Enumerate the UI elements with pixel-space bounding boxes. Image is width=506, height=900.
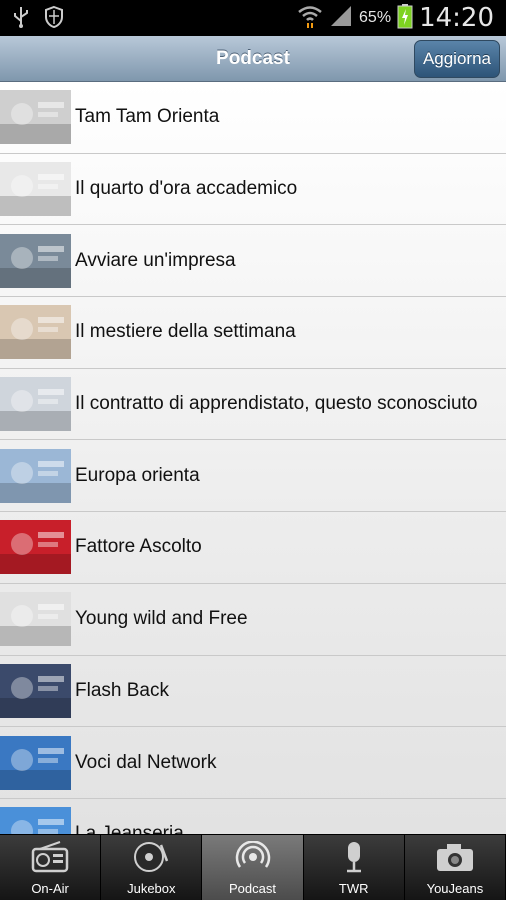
clock: 14:20 xyxy=(419,3,494,33)
tab-label: TWR xyxy=(338,881,369,896)
tab-twr[interactable]: TWR xyxy=(303,835,405,900)
status-bar: 65% 14:20 xyxy=(0,0,506,36)
podcast-thumbnail xyxy=(0,377,71,432)
list-item-title: Il contratto di apprendistato, questo sc… xyxy=(75,393,478,415)
list-item-title: Young wild and Free xyxy=(75,608,248,630)
shield-icon xyxy=(44,5,64,34)
tab-label: YouJeans xyxy=(426,881,484,896)
podcast-list: Tam Tam Orienta Il quarto d'ora accademic… xyxy=(0,82,506,834)
list-item[interactable]: Fattore Ascolto xyxy=(0,512,506,584)
podcast-thumbnail xyxy=(0,520,71,575)
tab-label: On-Air xyxy=(31,881,69,896)
podcast-thumbnail xyxy=(0,233,71,288)
list-item[interactable]: Tam Tam Orienta xyxy=(0,82,506,154)
radio-icon xyxy=(30,841,70,878)
podcast-thumbnail xyxy=(0,663,71,718)
list-item-title: Voci dal Network xyxy=(75,751,217,773)
microphone-icon xyxy=(334,841,374,878)
bottom-tab-bar: On-Air Jukebox Podcast TWR YouJeans xyxy=(0,834,506,900)
list-item[interactable]: Il mestiere della settimana xyxy=(0,297,506,369)
list-item[interactable]: La Jeanseria xyxy=(0,799,506,834)
list-item-title: Fattore Ascolto xyxy=(75,536,202,558)
podcast-icon xyxy=(233,840,273,878)
podcast-thumbnail xyxy=(0,90,71,145)
podcast-thumbnail xyxy=(0,448,71,503)
tab-youjeans[interactable]: YouJeans xyxy=(404,835,506,900)
list-item-title: Il quarto d'ora accademico xyxy=(75,178,298,200)
podcast-thumbnail xyxy=(0,592,71,647)
list-item[interactable]: Flash Back xyxy=(0,656,506,728)
camera-icon xyxy=(435,841,475,878)
refresh-button[interactable]: Aggiorna xyxy=(413,40,500,78)
podcast-thumbnail xyxy=(0,162,71,217)
podcast-thumbnail xyxy=(0,735,71,790)
list-item-title: Il mestiere della settimana xyxy=(75,321,296,343)
battery-icon xyxy=(397,3,413,34)
title-bar: Podcast Aggiorna xyxy=(0,36,506,82)
podcast-thumbnail xyxy=(0,305,71,360)
list-item[interactable]: Europa orienta xyxy=(0,440,506,513)
usb-icon xyxy=(12,5,30,34)
battery-percent: 65% xyxy=(359,9,392,26)
vinyl-icon xyxy=(131,841,171,878)
tab-on-air[interactable]: On-Air xyxy=(0,835,102,900)
list-item-title: Europa orienta xyxy=(75,464,200,486)
list-item-title: Tam Tam Orienta xyxy=(75,106,220,128)
tab-jukebox[interactable]: Jukebox xyxy=(101,835,203,900)
signal-icon xyxy=(329,4,353,33)
list-item-title: Flash Back xyxy=(75,679,169,701)
list-item[interactable]: Il quarto d'ora accademico xyxy=(0,154,506,226)
wifi-icon xyxy=(297,3,323,34)
list-item-title: La Jeanseria xyxy=(75,823,184,834)
tab-label: Jukebox xyxy=(127,881,176,896)
list-item[interactable]: Young wild and Free xyxy=(0,584,506,656)
list-item-title: Avviare un'impresa xyxy=(75,249,236,271)
tab-podcast[interactable]: Podcast xyxy=(202,835,304,900)
list-item[interactable]: Voci dal Network xyxy=(0,727,506,799)
list-item[interactable]: Avviare un'impresa xyxy=(0,225,506,298)
podcast-thumbnail xyxy=(0,807,71,834)
tab-label: Podcast xyxy=(229,881,276,896)
list-item[interactable]: Il contratto di apprendistato, questo sc… xyxy=(0,369,506,441)
